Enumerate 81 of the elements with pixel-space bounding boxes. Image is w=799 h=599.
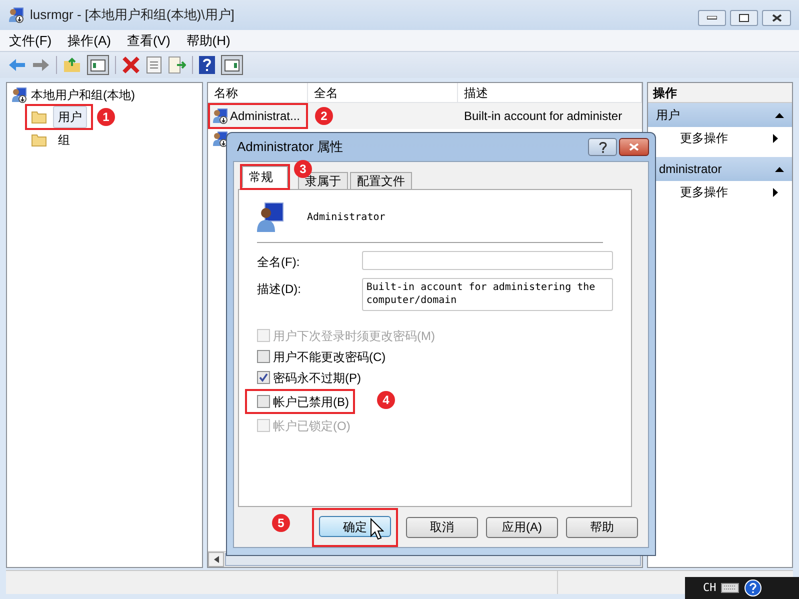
panel-icon[interactable] [87,55,109,75]
checkbox-label: 帐户已锁定(O) [273,418,350,434]
dialog-button[interactable]: 确定 [319,516,391,537]
action-item[interactable]: 更多操作 [648,127,792,149]
dialog-button[interactable]: 取消 [406,516,478,538]
tree-item[interactable]: 本地用户和组(本地) [31,86,135,104]
menu-item[interactable]: 操作(A) [66,30,112,50]
user-icon [212,108,228,124]
users-icon [8,7,24,23]
back-arrow-icon[interactable] [8,58,26,72]
checkbox-label: 用户不能更改密码(C) [273,348,386,366]
left-arrow-icon [214,556,218,563]
callout-badge: 2 [315,107,333,125]
menu-item[interactable]: 帮助(H) [185,30,232,50]
tab[interactable]: 配置文件 [350,172,412,190]
action-group-header[interactable]: 用户 [648,103,792,127]
table-cell-text: Built-in account for administer [463,108,622,125]
properties-icon[interactable] [146,56,162,74]
tree-item[interactable]: 组 [53,129,75,151]
checkbox-label: 密码永不过期(P) [273,370,361,386]
input-field[interactable] [362,251,613,270]
checkbox-label: 帐户已禁用(B) [273,394,349,410]
close-icon [772,14,782,22]
check-icon [259,373,268,382]
language-indicator[interactable]: CH [703,580,716,596]
checkbox[interactable] [257,395,270,408]
table-cell-text: Administrat... [230,108,300,125]
input-field[interactable]: Built-in account for administering the computer/domain [362,278,613,311]
users-icon [11,87,27,103]
user-computer-icon [257,201,285,233]
column-header[interactable]: 描述 [458,83,642,102]
delete-icon[interactable] [122,56,140,74]
keyboard-icon[interactable] [721,583,740,593]
tab[interactable]: 常规 [242,166,288,188]
user-name: Administrator [307,210,386,224]
menu-item[interactable]: 查看(V) [126,30,172,50]
dialog-button[interactable]: 帮助 [566,516,638,538]
maximize-icon [739,14,749,22]
export-icon[interactable] [168,56,186,74]
minimize-icon [707,16,717,20]
help-icon[interactable] [744,579,762,597]
dialog-button[interactable]: 应用(A) [486,516,558,538]
cursor-icon [370,518,384,540]
dialog-title: Administrator 属性 [237,138,344,156]
column-header[interactable]: 名称 [208,83,308,102]
panel-icon[interactable] [221,55,243,75]
scroll-left-button[interactable] [208,552,224,567]
field-label: 全名(F): [257,254,301,271]
folder-icon [31,133,47,147]
callout-badge: 4 [377,391,395,409]
checkbox[interactable] [257,371,270,384]
action-group-title: 用户 [656,107,680,124]
action-group-title: dministrator [659,161,722,178]
action-item[interactable]: 更多操作 [648,181,792,203]
collapse-icon [775,112,784,118]
close-icon [629,143,639,151]
close-button[interactable] [762,10,791,26]
close-button[interactable] [619,138,649,156]
collapse-icon [775,166,784,172]
help-icon[interactable] [199,56,215,74]
maximize-button[interactable] [730,10,758,26]
submenu-arrow-icon [773,134,778,142]
window-title: lusrmgr - [本地用户和组(本地)\用户] [30,6,234,24]
actions-header: 操作 [648,83,792,103]
help-button[interactable] [588,138,617,156]
folder-up-icon[interactable] [63,57,81,73]
minimize-button[interactable] [698,10,726,26]
checkbox[interactable] [257,350,270,363]
forward-arrow-icon[interactable] [32,58,50,72]
column-header[interactable]: 全名 [308,83,458,102]
menu-item[interactable]: 文件(F) [8,30,53,50]
action-label: 更多操作 [680,184,728,201]
field-label: 描述(D): [257,281,302,298]
folder-icon [31,110,47,124]
action-label: 更多操作 [680,130,728,147]
submenu-arrow-icon [773,188,778,196]
tree-item[interactable]: 用户 [53,106,87,128]
checkbox-label: 用户下次登录时须更改密码(M) [273,328,435,344]
callout-badge: 1 [97,108,115,126]
question-mark-icon [598,142,606,152]
callout-badge: 5 [272,514,290,532]
